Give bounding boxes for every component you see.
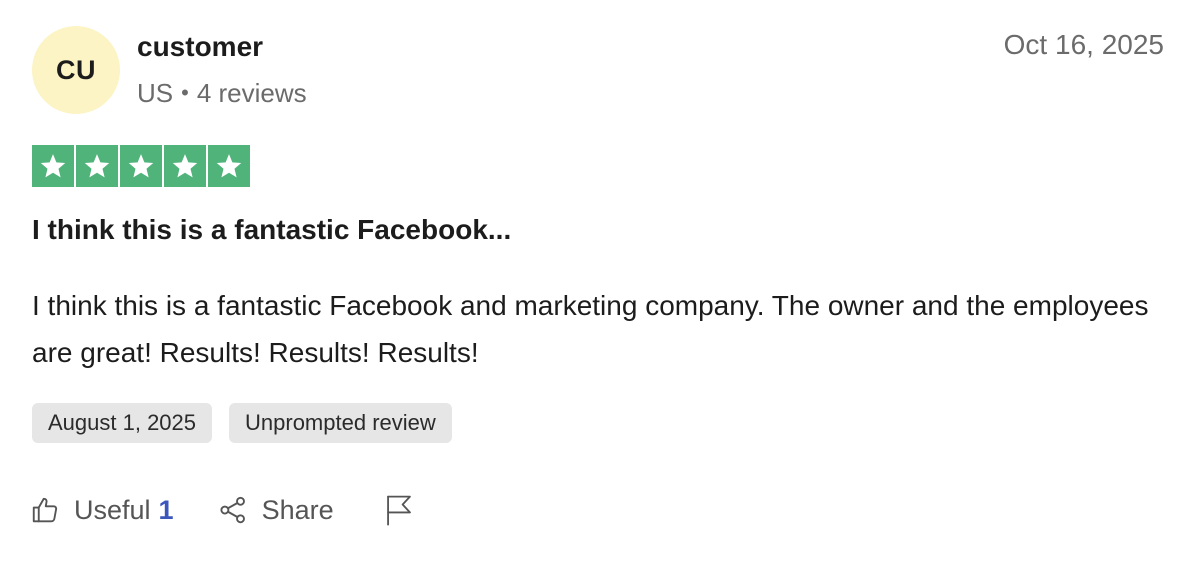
useful-button[interactable]: Useful 1: [30, 495, 174, 526]
useful-label: Useful: [74, 494, 151, 525]
avatar[interactable]: CU: [32, 26, 120, 114]
review-actions: Useful 1 Share: [30, 488, 414, 532]
review-title[interactable]: I think this is a fantastic Facebook...: [32, 211, 511, 249]
reviewer-meta: US • 4 reviews: [137, 76, 307, 110]
useful-count: 1: [158, 494, 174, 525]
review-body: I think this is a fantastic Facebook and…: [32, 290, 1149, 368]
flag-icon: [384, 493, 414, 527]
review-card: CU customer US • 4 reviews Oct 16, 2025 …: [0, 0, 1180, 574]
review-tags: August 1, 2025 Unprompted review: [32, 403, 452, 443]
share-label: Share: [261, 494, 334, 525]
unprompted-review-tag[interactable]: Unprompted review: [229, 403, 452, 443]
star-rating: [32, 145, 250, 187]
meta-separator: •: [181, 80, 189, 105]
experience-date-tag: August 1, 2025: [32, 403, 213, 443]
star-icon: [208, 145, 250, 187]
share-button[interactable]: Share: [218, 495, 334, 526]
star-icon: [32, 145, 74, 187]
star-icon: [164, 145, 206, 187]
star-icon: [120, 145, 162, 187]
star-icon: [76, 145, 118, 187]
review-posted-date: Oct 16, 2025: [1003, 29, 1164, 60]
reviewer-review-count: 4 reviews: [196, 78, 307, 108]
reviewer-name[interactable]: customer: [137, 29, 263, 65]
reviewer-country: US: [137, 78, 174, 108]
report-button[interactable]: [384, 493, 414, 527]
share-icon: [218, 495, 248, 525]
thumbs-up-icon: [30, 495, 60, 525]
avatar-initials: CU: [56, 54, 96, 85]
